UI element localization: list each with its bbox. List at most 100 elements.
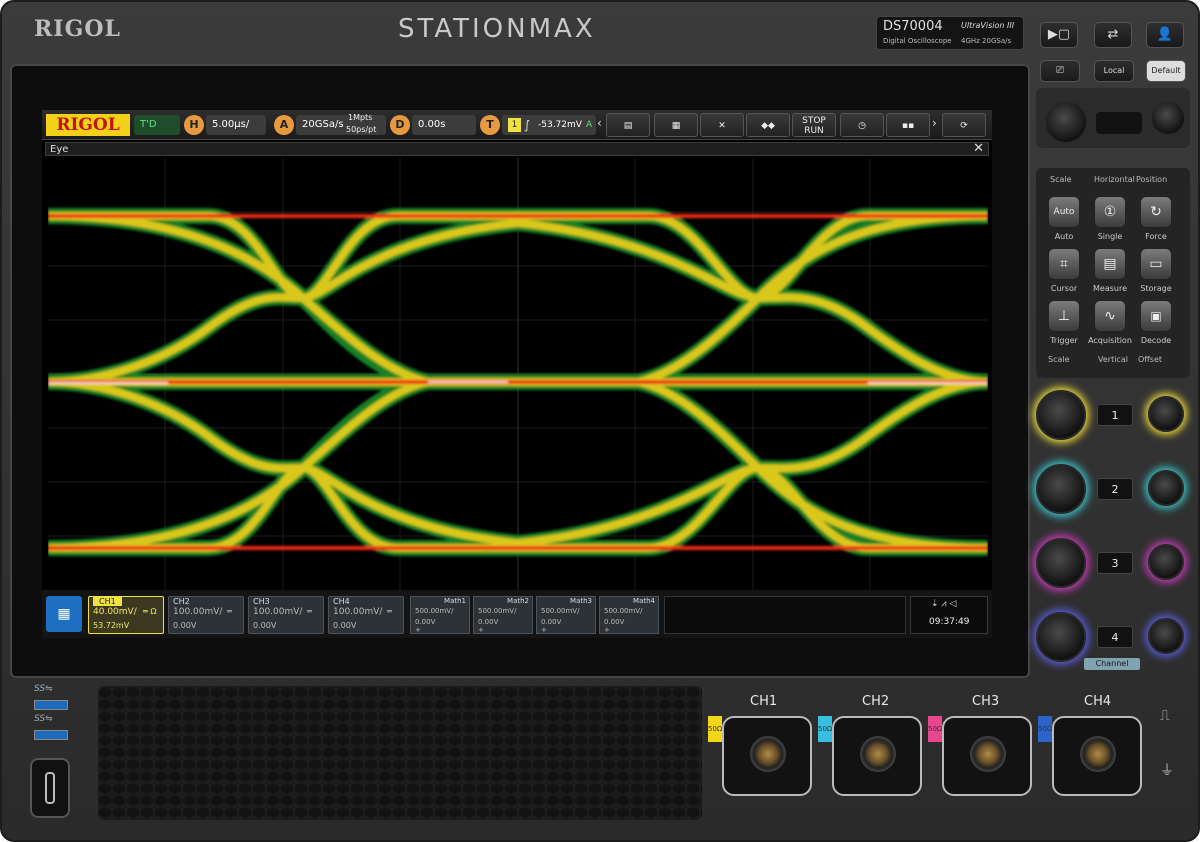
trigger-level: -53.72mV (538, 120, 582, 130)
ch2-card[interactable]: CH2 100.00mV/ ═ 0.00V (168, 596, 244, 634)
horizontal-navigate-button[interactable] (1096, 112, 1142, 134)
home-menu-icon[interactable]: ▦ (46, 596, 82, 632)
ch3-button[interactable]: 3 (1097, 552, 1133, 574)
mode-switch-icon[interactable]: ⟳ (942, 113, 986, 137)
grille-pattern (98, 686, 702, 820)
vertical-title: Vertical (1098, 355, 1128, 364)
cursor-button[interactable]: ⌗ (1048, 248, 1080, 280)
histogram-icon[interactable]: ◆◆ (746, 113, 790, 137)
eye-diagram-icon[interactable]: ✕ (700, 113, 744, 137)
eye-diagram-plot[interactable] (48, 158, 988, 590)
system-tray[interactable]: ⇣ ⩘ ◁ 09:37:49 (910, 596, 988, 634)
math3-scale: 500.00mV/ (541, 607, 580, 615)
math1-offset: 0.00V (415, 618, 436, 626)
model-plate: DS70004 Digital Oscilloscope UltraVision… (876, 16, 1024, 50)
toolbar-scroll-left-icon[interactable]: ‹ (597, 116, 602, 130)
brand-logo: RIGOL (34, 16, 121, 42)
power-button[interactable] (30, 758, 70, 818)
delay-value[interactable]: 0.00s (412, 115, 476, 135)
ch2-offset-knob[interactable] (1148, 470, 1184, 506)
auto-button[interactable]: Auto (1048, 196, 1080, 228)
ch3-scale-knob[interactable] (1036, 538, 1086, 588)
decode-button[interactable]: ▣ (1140, 300, 1172, 332)
horizontal-position-label: Position (1136, 175, 1168, 184)
screenshot-icon[interactable]: ⎚ (1040, 60, 1080, 82)
toolbar-scroll-right-icon[interactable]: › (932, 116, 937, 130)
trigger-status[interactable]: T'D (134, 115, 180, 135)
play-pause-button[interactable]: ▶▢ (1040, 22, 1078, 48)
trigger-badge[interactable]: T (480, 115, 500, 135)
channel-bar: ▦ CH1 40.00mV/ ═ Ω 53.72mV CH2 100.00mV/… (42, 590, 992, 638)
swap-button[interactable]: ⇄ (1094, 22, 1132, 48)
ch4-card[interactable]: CH4 100.00mV/ ═ 0.00V (328, 596, 404, 634)
screen-logo[interactable]: RIGOL (46, 114, 130, 136)
ch3-bnc-input[interactable] (942, 716, 1032, 796)
ch4-offset-knob[interactable] (1148, 618, 1184, 654)
math3-card[interactable]: Math3 500.00mV/ 0.00V + (536, 596, 596, 634)
ground-icon: ⏚ (1160, 763, 1174, 779)
ch1-button[interactable]: 1 (1097, 404, 1133, 426)
acquisition-button[interactable]: ∿ (1094, 300, 1126, 332)
ch1-offset-knob[interactable] (1148, 396, 1184, 432)
eye-window-titlebar: Eye ✕ (45, 141, 989, 156)
usb-lan-sound-icon: ⇣ ⩘ ◁ (931, 599, 957, 609)
ch1-scale: 40.00mV/ (93, 607, 137, 617)
decode-label: Decode (1140, 336, 1172, 345)
ch1-bnc-input[interactable] (722, 716, 812, 796)
ch2-connector-icon (860, 736, 896, 772)
close-icon[interactable]: ✕ (973, 141, 984, 156)
ch4-scale-knob[interactable] (1036, 612, 1086, 662)
storage-button[interactable]: ▭ (1140, 248, 1172, 280)
measure-button[interactable]: ▤ (1094, 248, 1126, 280)
usb-label-1: SS⇋ (34, 684, 53, 694)
ch4-offset: 0.00V (333, 621, 357, 630)
user-button[interactable]: 👤 (1146, 22, 1184, 48)
stop-run-button[interactable]: STOP RUN (792, 113, 836, 137)
ch2-tab: CH2 (173, 597, 190, 606)
horizontal-badge[interactable]: H (184, 115, 204, 135)
ch1-offset: 53.72mV (93, 621, 130, 630)
vertical-offset-label: Offset (1138, 355, 1163, 364)
ch1-scale-knob[interactable] (1036, 390, 1086, 440)
model-specs: 4GHz 20GSa/s (961, 37, 1012, 45)
ch4-impedance: 50Ω (1038, 716, 1052, 742)
usb-port-1[interactable] (34, 700, 68, 710)
add-widget-icon[interactable]: ▦ (654, 113, 698, 137)
timebase-value[interactable]: 5.00μs/ (206, 115, 266, 135)
trigger-button[interactable]: ⊥ (1048, 300, 1080, 332)
math2-card[interactable]: Math2 500.00mV/ 0.00V + (473, 596, 533, 634)
math3-offset: 0.00V (541, 618, 562, 626)
math4-card[interactable]: Math4 500.00mV/ 0.00V + (599, 596, 659, 634)
ch4-bnc-input[interactable] (1052, 716, 1142, 796)
default-button[interactable]: Default (1146, 60, 1186, 82)
ch1-card[interactable]: CH1 40.00mV/ ═ Ω 53.72mV (88, 596, 164, 634)
ch2-offset: 0.00V (173, 621, 197, 630)
history-icon[interactable]: ◷ (840, 113, 884, 137)
vertical-scale-label: Scale (1048, 355, 1070, 364)
ch3-card[interactable]: CH3 100.00mV/ ═ 0.00V (248, 596, 324, 634)
acquisition-badge[interactable]: A (274, 115, 294, 135)
probe-comp-icon: ⎍ (1160, 708, 1170, 724)
ch3-offset-knob[interactable] (1148, 544, 1184, 580)
ch1-impedance: 50Ω (708, 716, 722, 742)
math1-card[interactable]: Math1 500.00mV/ 0.00V + (410, 596, 470, 634)
force-button[interactable]: ↻ (1140, 196, 1172, 228)
math3-tab: Math3 (570, 597, 592, 605)
ch2-bnc-input[interactable] (832, 716, 922, 796)
ch3-offset: 0.00V (253, 621, 277, 630)
math2-scale: 500.00mV/ (478, 607, 517, 615)
ch2-scale-knob[interactable] (1036, 464, 1086, 514)
trigger-settings[interactable]: 1 ∫ -53.72mV A (502, 115, 596, 135)
local-button[interactable]: Local (1094, 60, 1134, 82)
horizontal-position-knob[interactable] (1150, 100, 1186, 136)
horizontal-scale-knob[interactable] (1044, 100, 1088, 144)
measure-tool-icon[interactable]: ▤ (606, 113, 650, 137)
ch2-button[interactable]: 2 (1097, 478, 1133, 500)
usb-port-2[interactable] (34, 730, 68, 740)
ch4-scale: 100.00mV/ (333, 607, 383, 617)
ch4-button[interactable]: 4 (1097, 626, 1133, 648)
ch3-coupling: ═ (307, 607, 312, 616)
single-button[interactable]: ① (1094, 196, 1126, 228)
layout-grid-icon[interactable]: ▪▪ (886, 113, 930, 137)
delay-badge[interactable]: D (390, 115, 410, 135)
